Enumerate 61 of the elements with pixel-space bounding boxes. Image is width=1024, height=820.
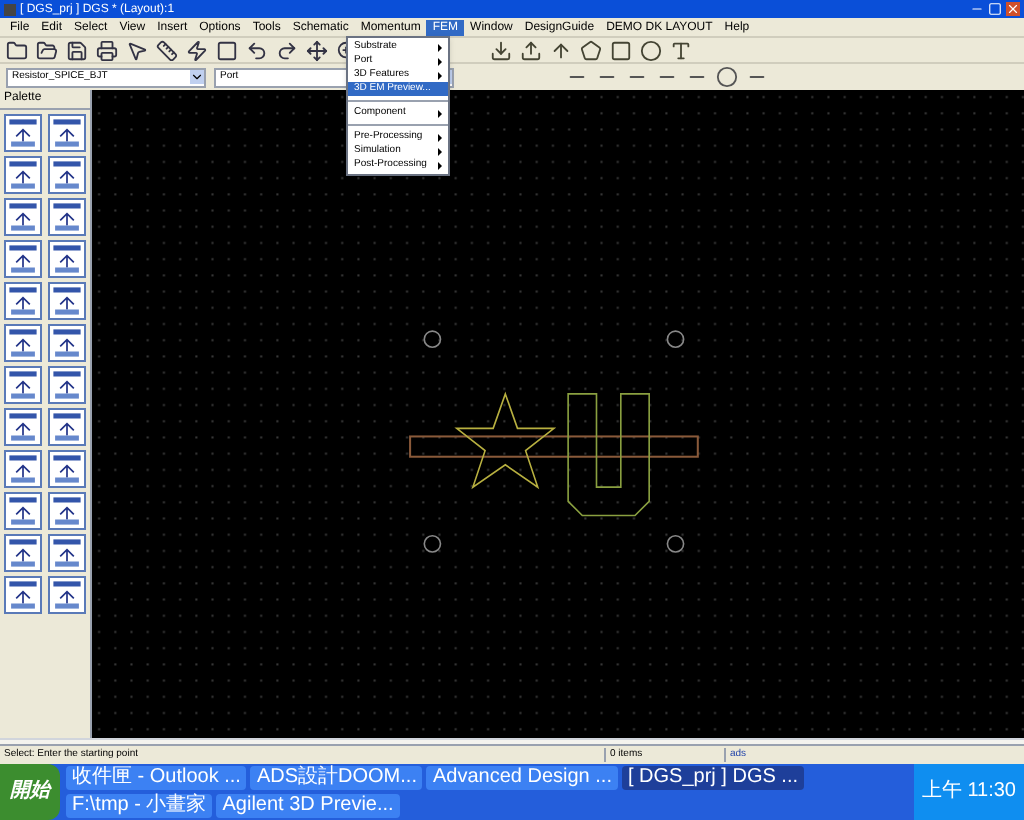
component-icon[interactable] (47, 282, 85, 320)
save-icon[interactable] (66, 39, 88, 61)
download-icon[interactable] (490, 39, 512, 61)
component-icon[interactable] (47, 534, 85, 572)
component-icon[interactable] (4, 282, 42, 320)
app-icon (4, 3, 16, 15)
component-icon[interactable] (47, 366, 85, 404)
pentagon-icon[interactable] (580, 39, 602, 61)
star-outline (454, 391, 557, 490)
component-icon[interactable] (47, 408, 85, 446)
component-icon[interactable] (4, 114, 42, 152)
taskbar-button[interactable]: 收件匣 - Outlook ... (66, 766, 247, 790)
component-icon[interactable] (4, 366, 42, 404)
component-icon[interactable] (4, 198, 42, 236)
taskbar-button[interactable]: Advanced Design ... (426, 766, 618, 790)
component-icon[interactable] (4, 450, 42, 488)
via-circle (423, 534, 442, 553)
via-circle (423, 330, 442, 349)
component-icon[interactable] (4, 576, 42, 614)
taskbar-button[interactable]: ADS設計DOOM... (250, 766, 423, 790)
print-icon[interactable] (96, 39, 118, 61)
clock: 上午 11:30 (913, 764, 1024, 820)
folder-icon[interactable] (6, 39, 28, 61)
component-icon[interactable] (47, 450, 85, 488)
component-icon[interactable] (4, 408, 42, 446)
taskbar-button[interactable]: [ DGS_prj ] DGS ... (621, 766, 805, 790)
via-circle (666, 330, 685, 349)
component-icon[interactable] (47, 114, 85, 152)
move-icon[interactable] (306, 39, 328, 61)
component-icon[interactable] (47, 324, 85, 362)
maximize-icon[interactable] (988, 2, 1002, 16)
component-icon[interactable] (47, 492, 85, 530)
component-icon[interactable] (47, 576, 85, 614)
submenu-arrow-icon (438, 109, 442, 117)
rectangle-icon[interactable] (610, 39, 632, 61)
u-shape-outline (567, 393, 650, 517)
circle-icon[interactable] (640, 39, 662, 61)
close-icon[interactable] (1006, 2, 1020, 16)
component-icon[interactable] (4, 492, 42, 530)
redo-icon[interactable] (276, 39, 298, 61)
ruler-icon[interactable] (156, 39, 178, 61)
component-icon[interactable] (4, 240, 42, 278)
arrow-up-icon[interactable] (550, 39, 572, 61)
dropdown-arrow-icon (190, 70, 204, 84)
horizontal-scrollbar[interactable] (0, 738, 1024, 744)
component-icon[interactable] (47, 240, 85, 278)
component-icon[interactable] (47, 198, 85, 236)
component-icon[interactable] (4, 156, 42, 194)
text-tool-icon[interactable] (670, 39, 692, 61)
taskbar-button[interactable]: F:\tmp - 小畫家 (66, 794, 213, 818)
pointer-icon[interactable] (126, 39, 148, 61)
minimize-icon[interactable] (970, 2, 984, 16)
open-folder-icon[interactable] (36, 39, 58, 61)
start-button[interactable]: 開始 (0, 764, 60, 820)
undo-icon[interactable] (246, 39, 268, 61)
taskbar-button[interactable]: Agilent 3D Previe... (216, 794, 400, 818)
upload-icon[interactable] (520, 39, 542, 61)
component-icon[interactable] (47, 156, 85, 194)
component-icon[interactable] (4, 324, 42, 362)
via-circle (666, 534, 685, 553)
component-icon[interactable] (4, 534, 42, 572)
